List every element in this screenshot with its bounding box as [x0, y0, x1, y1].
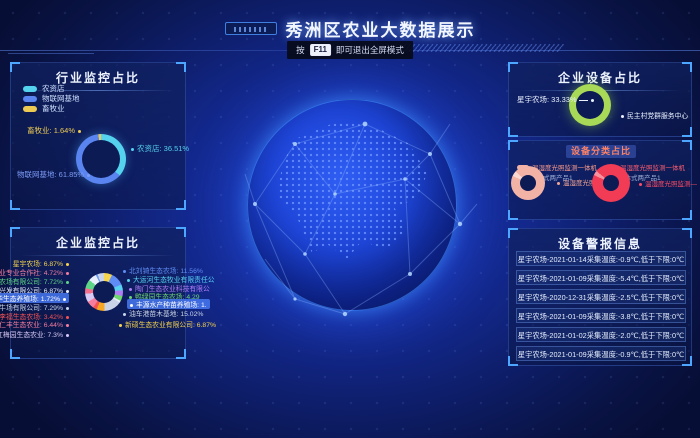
ent-label-right: 油车港苗木基地: 15.02%: [123, 308, 203, 318]
alarm-row: 星宇农场-2021-01-09采集温度:-5.4℃,低于下限:0℃: [516, 270, 686, 285]
hint-prefix: 按: [296, 44, 305, 56]
panel-enterprise-ratio: 企业监控占比 星宇农场: 6.87% 石臼漾蚕业专业合作社: 4.72% 家银农…: [10, 227, 186, 359]
title-row: 秀洲区农业大数据展示: [0, 16, 700, 41]
panel-title: 企业设备占比: [509, 63, 691, 86]
enterprise-donut-chart[interactable]: [85, 273, 123, 311]
callout-store: 农资店: 36.51%: [131, 143, 189, 154]
page-title: 秀洲区农业大数据展示: [286, 16, 476, 41]
callout-iot-base: 物联网基地: 61.85%: [17, 169, 90, 180]
logo-badge: [225, 22, 277, 35]
legend-swatch: [23, 96, 37, 102]
alarm-row: 星宇农场-2020-12-31采集温度:-2.5℃,低于下限:0℃: [516, 289, 686, 304]
device-donut-chart[interactable]: [569, 84, 611, 126]
legend-swatch: [23, 86, 37, 92]
callout-xingyu-farm: 星宇农场: 33.33%: [517, 94, 594, 105]
panel-industry-ratio: 行业监控占比 农资店 物联网基地 畜牧业 畜牧业: 1.64% 农资店: 36.…: [10, 62, 186, 210]
ent-label-left: 红梅园生态农业: 7.3%: [0, 329, 69, 339]
legend-label: 温湿度光照监测一体机: [532, 162, 597, 172]
legend-label: 温湿度光照监测一体机: [620, 162, 685, 172]
leader-line: [579, 100, 588, 101]
callout-service-center: 民主村党群服务中心: [621, 110, 688, 120]
callout-livestock: 畜牧业: 1.64%: [27, 125, 81, 136]
header-accent-line: [8, 53, 94, 54]
hint-suffix: 即可退出全屏模式: [336, 44, 404, 56]
header: 秀洲区农业大数据展示 按 F11 即可退出全屏模式: [0, 0, 700, 58]
legend-label: 畜牧业: [42, 103, 65, 114]
panel-title-badge: 设备分类占比: [566, 145, 636, 158]
alarm-row: 星宇农场-2021-01-14采集温度:-0.9℃,低于下限:0℃: [516, 251, 686, 266]
globe-mesh-overlay: [225, 84, 483, 346]
alarm-row: 星宇农场-2021-01-09采集温度:-3.8℃,低于下限:0℃: [516, 308, 686, 323]
panel-device-ratio: 企业设备占比 星宇农场: 33.33% 民主村党群服务中心: [508, 62, 692, 137]
panel-title: 企业监控占比: [11, 228, 185, 251]
callout-class-right: 温湿度光照监测—: [639, 178, 697, 188]
legend-swatch: [23, 106, 37, 112]
f11-key-label: F11: [310, 44, 331, 56]
panel-device-class: 设备分类占比 温湿度光照监测一体机 一体式两产品1 温湿度光照监测— 温湿度光照…: [508, 140, 692, 220]
alarm-row: 星宇农场-2021-01-09采集温度:-0.9℃,低于下限:0℃: [516, 346, 686, 361]
ent-label-left: 仁丰生态农业: 6.44%: [0, 319, 69, 329]
fullscreen-hint: 按 F11 即可退出全屏模式: [287, 41, 413, 59]
dashboard: 秀洲区农业大数据展示 按 F11 即可退出全屏模式 行业监控占比 农资店 物联网…: [0, 0, 700, 438]
callout-text: 星宇农场: 33.33%: [517, 95, 577, 104]
panel-title-divider: [21, 255, 175, 256]
panel-title: 设备警报信息: [509, 229, 691, 252]
alarm-row: 星宇农场-2021-01-02采集温度:-2.0℃,低于下限:0℃: [516, 327, 686, 342]
class-donut-right[interactable]: [592, 164, 630, 202]
class-donut-left[interactable]: [511, 166, 545, 200]
legend-item-livestock[interactable]: 畜牧业: [23, 103, 65, 114]
ent-label-right: 新硕生态农业有限公司: 6.87%: [119, 319, 216, 329]
panel-alarm-info: 设备警报信息 星宇农场-2021-01-14采集温度:-0.9℃,低于下限:0℃…: [508, 228, 692, 366]
